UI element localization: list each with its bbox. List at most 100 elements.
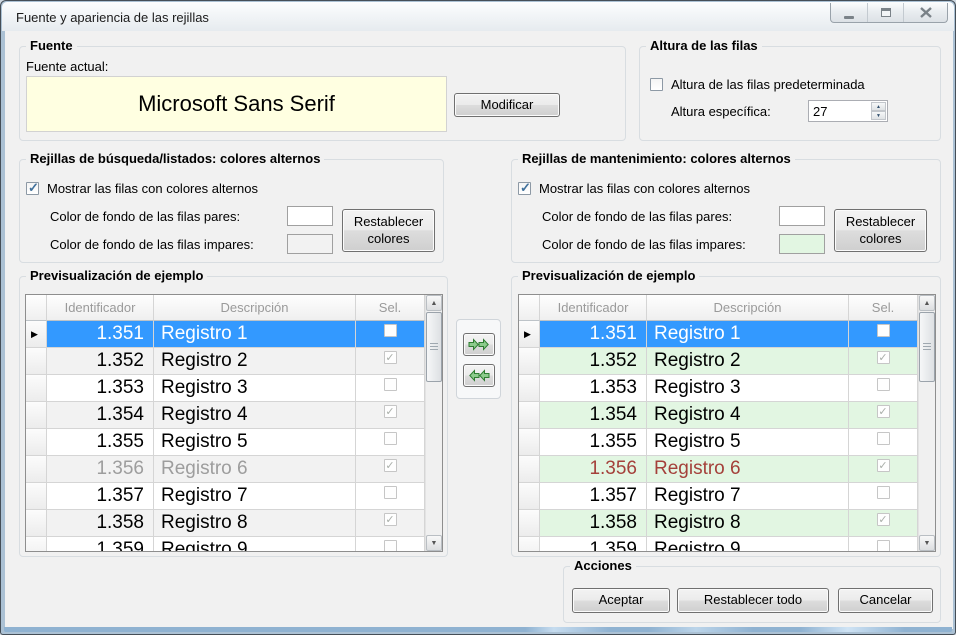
column-header[interactable]: Descripción [154,295,356,321]
grid-vertical-scrollbar[interactable]: ▲▼ [425,295,442,551]
row-checkbox[interactable]: ✓ [877,459,890,472]
maximize-icon [881,8,891,17]
scroll-up-button[interactable]: ▲ [919,295,935,311]
column-header[interactable]: Identificador [540,295,647,321]
row-selector[interactable] [26,429,47,455]
cell-identificador: 1.352 [47,348,154,374]
row-selector[interactable] [519,429,540,455]
window-bottom-glass-border [4,627,952,632]
cell-descripcion: Registro 5 [154,429,356,455]
maint-reset-colors-button[interactable]: Restablecer colores [834,209,927,252]
cancel-button[interactable]: Cancelar [838,588,933,613]
close-button[interactable] [903,3,947,22]
grid-row[interactable]: 1.356Registro 6✓ [26,456,425,483]
minimize-button[interactable] [831,3,867,22]
row-selector[interactable] [26,375,47,401]
maint-even-color-swatch[interactable] [779,206,825,226]
row-checkbox[interactable] [877,540,890,552]
column-header[interactable]: Sel. [849,295,918,321]
row-checkbox[interactable]: ✓ [384,351,397,364]
row-checkbox[interactable]: ✓ [384,459,397,472]
scrollbar-thumb[interactable] [919,312,935,382]
row-selector[interactable] [519,348,540,374]
grid-row[interactable]: 1.353Registro 3 [519,375,918,402]
title-bar[interactable]: Fuente y apariencia de las rejillas [2,2,954,31]
search-even-color-swatch[interactable] [287,206,333,226]
row-checkbox[interactable] [877,486,890,499]
row-selector[interactable] [26,537,47,552]
grid-row[interactable]: 1.357Registro 7 [26,483,425,510]
grid-row[interactable]: 1.355Registro 5 [519,429,918,456]
scroll-down-button[interactable]: ▼ [426,535,442,551]
row-selector[interactable] [519,537,540,552]
row-checkbox[interactable]: ✓ [384,513,397,526]
spinner-down-button[interactable]: ▼ [871,111,886,120]
grid-row[interactable]: 1.354Registro 4✓ [26,402,425,429]
row-selector[interactable] [26,510,47,536]
row-checkbox[interactable] [384,540,397,552]
preview-grid-maint[interactable]: IdentificadorDescripciónSel.▶1.351Regist… [518,294,936,552]
row-selector[interactable] [26,348,47,374]
row-checkbox[interactable] [384,432,397,445]
row-selector[interactable] [519,375,540,401]
grid-row[interactable]: ▶1.351Registro 1 [519,321,918,348]
modify-font-button[interactable]: Modificar [454,93,560,117]
maximize-button[interactable] [867,3,903,22]
grid-row[interactable]: 1.357Registro 7 [519,483,918,510]
maint-odd-color-swatch[interactable] [779,234,825,254]
column-header[interactable]: Descripción [647,295,849,321]
grid-row[interactable]: 1.359Registro 9 [26,537,425,552]
row-checkbox[interactable] [384,324,397,337]
grid-row[interactable]: 1.356Registro 6✓ [519,456,918,483]
row-checkbox[interactable]: ✓ [877,513,890,526]
row-checkbox[interactable] [384,378,397,391]
height-spinner[interactable]: 27 ▲ ▼ [808,100,888,122]
row-selector[interactable] [519,402,540,428]
reset-all-button[interactable]: Restablecer todo [677,588,829,613]
scrollbar-thumb[interactable] [426,312,442,382]
height-value: 27 [813,104,827,119]
move-right-button[interactable] [463,333,495,356]
row-selector[interactable] [26,456,47,482]
grid-row[interactable]: 1.354Registro 4✓ [519,402,918,429]
row-checkbox[interactable] [384,486,397,499]
row-checkbox[interactable]: ✓ [877,351,890,364]
row-checkbox[interactable] [877,432,890,445]
row-selector[interactable] [519,456,540,482]
grid-row[interactable]: 1.359Registro 9 [519,537,918,552]
grid-row[interactable]: 1.352Registro 2✓ [26,348,425,375]
default-row-height-checkbox[interactable] [650,78,663,91]
cell-identificador: 1.359 [540,537,647,552]
row-checkbox[interactable] [877,324,890,337]
row-checkbox[interactable]: ✓ [877,405,890,418]
row-selector[interactable] [26,483,47,509]
row-selector[interactable] [519,510,540,536]
search-reset-colors-button[interactable]: Restablecer colores [342,209,435,252]
move-left-button[interactable] [463,364,495,387]
scroll-down-button[interactable]: ▼ [919,535,935,551]
row-selector[interactable]: ▶ [519,321,540,347]
row-selector[interactable]: ▶ [26,321,47,347]
row-checkbox[interactable]: ✓ [384,405,397,418]
row-selector[interactable] [26,402,47,428]
row-selector[interactable] [519,483,540,509]
row-checkbox[interactable] [877,378,890,391]
grid-row[interactable]: 1.353Registro 3 [26,375,425,402]
grid-row[interactable]: ▶1.351Registro 1 [26,321,425,348]
scroll-up-button[interactable]: ▲ [426,295,442,311]
spinner-up-button[interactable]: ▲ [871,102,886,111]
search-odd-color-swatch[interactable] [287,234,333,254]
grid-row[interactable]: 1.358Registro 8✓ [26,510,425,537]
grid-row[interactable]: 1.358Registro 8✓ [519,510,918,537]
scrollbar-grip-icon [430,343,438,351]
column-header[interactable]: Identificador [47,295,154,321]
preview-grid-search[interactable]: IdentificadorDescripciónSel.▶1.351Regist… [25,294,443,552]
column-header[interactable]: Sel. [356,295,425,321]
maint-alternate-colors-checkbox[interactable] [518,182,531,195]
grid-row[interactable]: 1.355Registro 5 [26,429,425,456]
grid-row[interactable]: 1.352Registro 2✓ [519,348,918,375]
grid-vertical-scrollbar[interactable]: ▲▼ [918,295,935,551]
accept-button[interactable]: Aceptar [572,588,670,613]
cell-sel: ✓ [356,348,425,374]
search-alternate-colors-checkbox[interactable] [26,182,39,195]
